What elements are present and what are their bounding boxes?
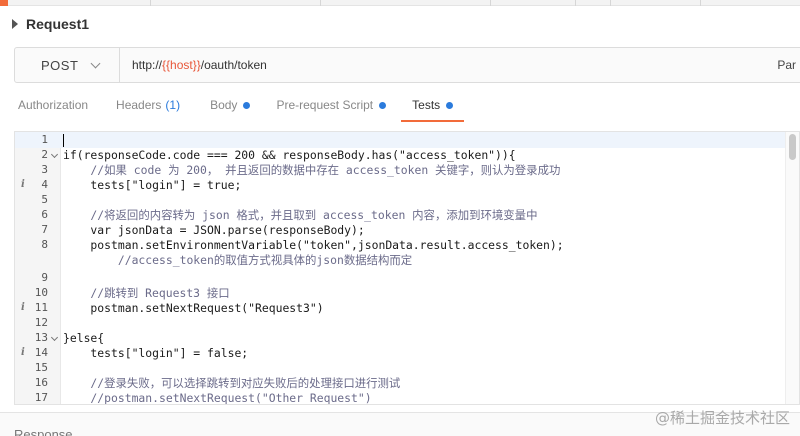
code-line: i 4 tests["login"] = true;	[15, 177, 787, 193]
code-line: 18 }	[15, 404, 787, 405]
tab-label: Tests	[412, 98, 441, 112]
line-number: 15	[34, 361, 48, 374]
tab-label: Body	[210, 98, 238, 112]
text-cursor	[63, 134, 64, 147]
code-comment: //登录失败，可以选择跳转到对应失败后的处理接口进行测试	[63, 376, 401, 390]
tab-body[interactable]: Body	[210, 98, 251, 120]
code-text: if(responseCode.code === 200 && response…	[63, 148, 516, 162]
url-path: /oauth/token	[200, 58, 267, 72]
code-line: i 11 postman.setNextRequest("Request3")	[15, 300, 787, 316]
code-line: 3 //如果 code 为 200， 并且返回的数据中存在 access_tok…	[15, 162, 787, 178]
headers-count-badge: (1)	[165, 98, 181, 112]
tab-tests[interactable]: Tests	[401, 98, 465, 122]
code-text: }else{	[63, 331, 105, 345]
modified-dot-icon	[243, 101, 251, 109]
params-button[interactable]: Par	[777, 58, 796, 72]
code-comment: //跳转到 Request3 接口	[63, 286, 230, 300]
code-line: 15	[15, 360, 787, 376]
line-number: 3	[41, 163, 48, 176]
tab-label: Authorization	[18, 98, 89, 112]
code-line: //access_token的取值方式视具体的json数据结构而定	[15, 252, 787, 268]
code-text: }	[63, 404, 70, 405]
code-line: 10 //跳转到 Request3 接口	[15, 285, 787, 301]
code-line: 13 }else{	[15, 330, 787, 346]
line-number: 10	[34, 286, 48, 299]
scrollbar-thumb[interactable]	[789, 134, 796, 160]
line-number: 4	[41, 178, 48, 191]
line-number: 13	[34, 331, 48, 344]
line-number: 12	[34, 316, 48, 329]
code-comment: //postman.setNextRequest("Other Request"…	[63, 391, 372, 405]
watermark: @稀土掘金技术社区	[654, 409, 790, 427]
tab-label: Headers	[116, 98, 162, 112]
url-host-variable: {{host}}	[162, 58, 201, 72]
code-comment: //将返回的内容转为 json 格式，并且取到 access_token 内容，…	[63, 208, 538, 222]
code-text: var jsonData = JSON.parse(responseBody);	[63, 223, 365, 237]
code-line: 6 //将返回的内容转为 json 格式，并且取到 access_token 内…	[15, 207, 787, 223]
code-line: 8 postman.setEnvironmentVariable("token"…	[15, 237, 787, 253]
line-number: 2	[41, 148, 48, 161]
line-number: 14	[34, 346, 48, 359]
url-prefix: http://	[132, 58, 163, 72]
line-number: 6	[41, 208, 48, 221]
line-number: 9	[41, 271, 48, 284]
code-line: 9	[15, 270, 787, 286]
line-number: 11	[34, 301, 48, 314]
url-input[interactable]: http://{{host}}/oauth/token	[120, 58, 267, 72]
method-select[interactable]: POST	[15, 48, 120, 82]
chevron-down-icon	[90, 58, 101, 68]
fold-chevron-icon[interactable]	[50, 333, 59, 342]
tab-authorization[interactable]: Authorization	[18, 98, 88, 120]
code-text: postman.setEnvironmentVariable("token",j…	[63, 238, 564, 252]
fold-chevron-icon[interactable]	[50, 150, 59, 159]
url-bar: POST http://{{host}}/oauth/token Par	[14, 47, 800, 83]
tab-headers[interactable]: Headers (1)	[116, 98, 180, 120]
tab-label: Pre-request Script	[276, 98, 374, 112]
request-title-row: Request1	[0, 6, 800, 42]
request-tabs: Authorization Headers (1) Body Pre-reque…	[0, 92, 800, 122]
line-number: 7	[41, 223, 48, 236]
line-number: 1	[41, 133, 48, 146]
line-number: 18	[15, 404, 48, 405]
code-line: 1	[15, 132, 787, 148]
method-label: POST	[41, 57, 79, 73]
editor-scrollbar[interactable]	[785, 132, 799, 404]
code-text: postman.setNextRequest("Request3")	[63, 301, 324, 315]
code-line: 7 var jsonData = JSON.parse(responseBody…	[15, 222, 787, 238]
code-line: 16 //登录失败，可以选择跳转到对应失败后的处理接口进行测试	[15, 375, 787, 391]
code-text: tests["login"] = true;	[63, 178, 242, 192]
code-line: 5	[15, 192, 787, 208]
code-text: tests["login"] = false;	[63, 346, 249, 360]
modified-dot-icon	[446, 101, 454, 109]
modified-dot-icon	[379, 101, 387, 109]
code-line: 12	[15, 315, 787, 331]
code-line: 2 if(responseCode.code === 200 && respon…	[15, 147, 787, 163]
tab-pre-request-script[interactable]: Pre-request Script	[276, 98, 387, 120]
line-number: 17	[34, 391, 48, 404]
code-comment: //access_token的取值方式视具体的json数据结构而定	[63, 253, 413, 267]
code-line: 17 //postman.setNextRequest("Other Reque…	[15, 390, 787, 405]
tests-code-editor[interactable]: 1 2 if(responseCode.code === 200 && resp…	[14, 131, 800, 405]
line-number: 16	[34, 376, 48, 389]
line-number: 8	[41, 238, 48, 251]
response-label[interactable]: Response	[14, 427, 73, 436]
code-line: i 14 tests["login"] = false;	[15, 345, 787, 361]
line-number: 5	[41, 193, 48, 206]
request-title[interactable]: Request1	[26, 16, 89, 32]
code-comment: //如果 code 为 200， 并且返回的数据中存在 access_token…	[63, 163, 561, 177]
collapse-caret-icon[interactable]	[12, 19, 18, 29]
